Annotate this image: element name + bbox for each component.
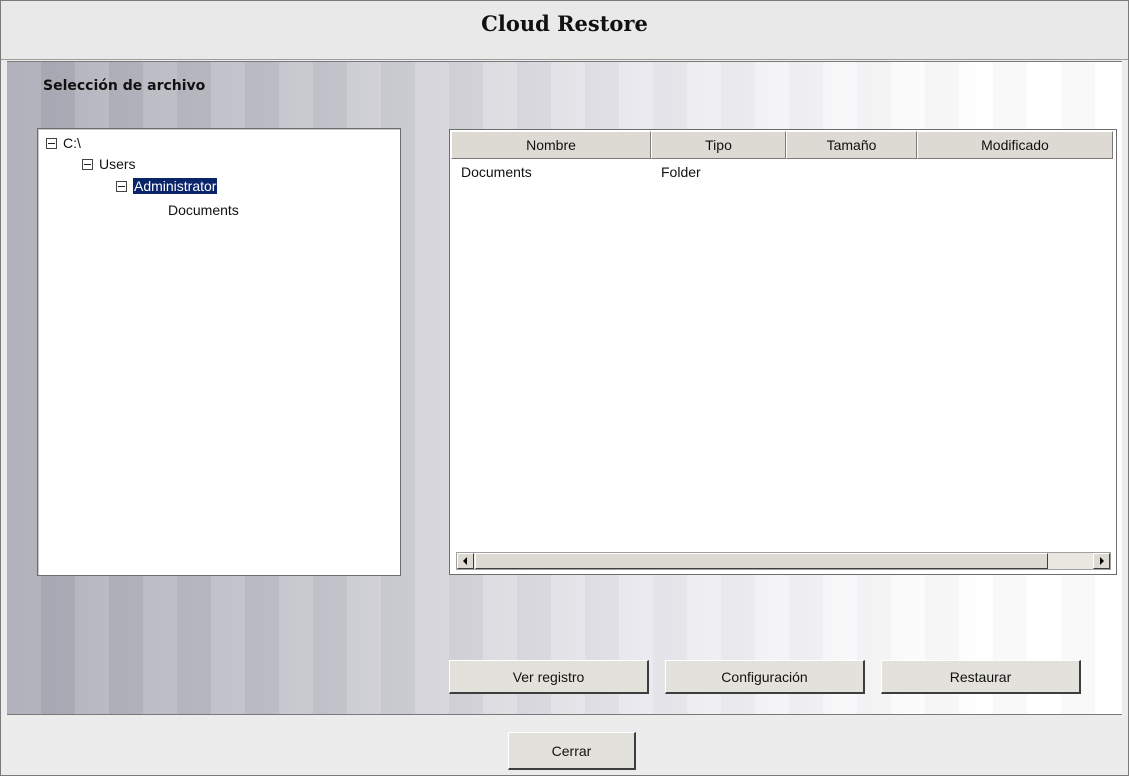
file-selection-label: Selección de archivo xyxy=(43,78,206,94)
file-list[interactable]: Nombre Tipo Tamaño Modificado Documents … xyxy=(449,129,1117,575)
tree-node-label[interactable]: Documents xyxy=(168,202,239,218)
file-selection-panel: Selección de archivo C:\ Users Administr… xyxy=(7,61,1122,715)
list-item[interactable]: Documents Folder xyxy=(451,162,1113,182)
cell-name: Documents xyxy=(461,164,532,180)
tree-node-documents[interactable]: Documents xyxy=(168,200,239,220)
horizontal-scrollbar[interactable] xyxy=(456,552,1111,570)
column-header-size[interactable]: Tamaño xyxy=(786,131,917,159)
scroll-thumb[interactable] xyxy=(475,553,1048,569)
column-header-name[interactable]: Nombre xyxy=(451,131,651,159)
scroll-right-button[interactable] xyxy=(1093,553,1110,569)
column-header-modified[interactable]: Modificado xyxy=(917,131,1113,159)
collapse-icon[interactable] xyxy=(116,180,127,192)
collapse-icon[interactable] xyxy=(46,137,57,149)
column-header-type[interactable]: Tipo xyxy=(651,131,786,159)
title-bar: Cloud Restore xyxy=(1,1,1128,60)
arrow-right-icon xyxy=(1100,557,1104,565)
restore-button[interactable]: Restaurar xyxy=(881,660,1081,694)
view-log-button[interactable]: Ver registro xyxy=(449,660,649,694)
window-title: Cloud Restore xyxy=(481,11,648,36)
settings-button[interactable]: Configuración xyxy=(665,660,865,694)
tree-node-label-selected[interactable]: Administrator xyxy=(133,178,218,194)
collapse-icon[interactable] xyxy=(82,158,93,170)
folder-tree[interactable]: C:\ Users Administrator Documents xyxy=(37,128,401,576)
arrow-left-icon xyxy=(463,557,467,565)
file-list-header: Nombre Tipo Tamaño Modificado xyxy=(451,131,1113,161)
cell-type: Folder xyxy=(661,164,701,180)
tree-node-administrator[interactable]: Administrator xyxy=(116,176,218,196)
close-button[interactable]: Cerrar xyxy=(508,732,636,770)
tree-node-c-drive[interactable]: C:\ xyxy=(46,133,81,153)
scroll-left-button[interactable] xyxy=(457,553,474,569)
tree-node-label[interactable]: Users xyxy=(99,156,136,172)
tree-node-label[interactable]: C:\ xyxy=(63,135,81,151)
tree-node-users[interactable]: Users xyxy=(82,154,136,174)
cloud-restore-window: Cloud Restore Selección de archivo C:\ U… xyxy=(0,0,1129,776)
